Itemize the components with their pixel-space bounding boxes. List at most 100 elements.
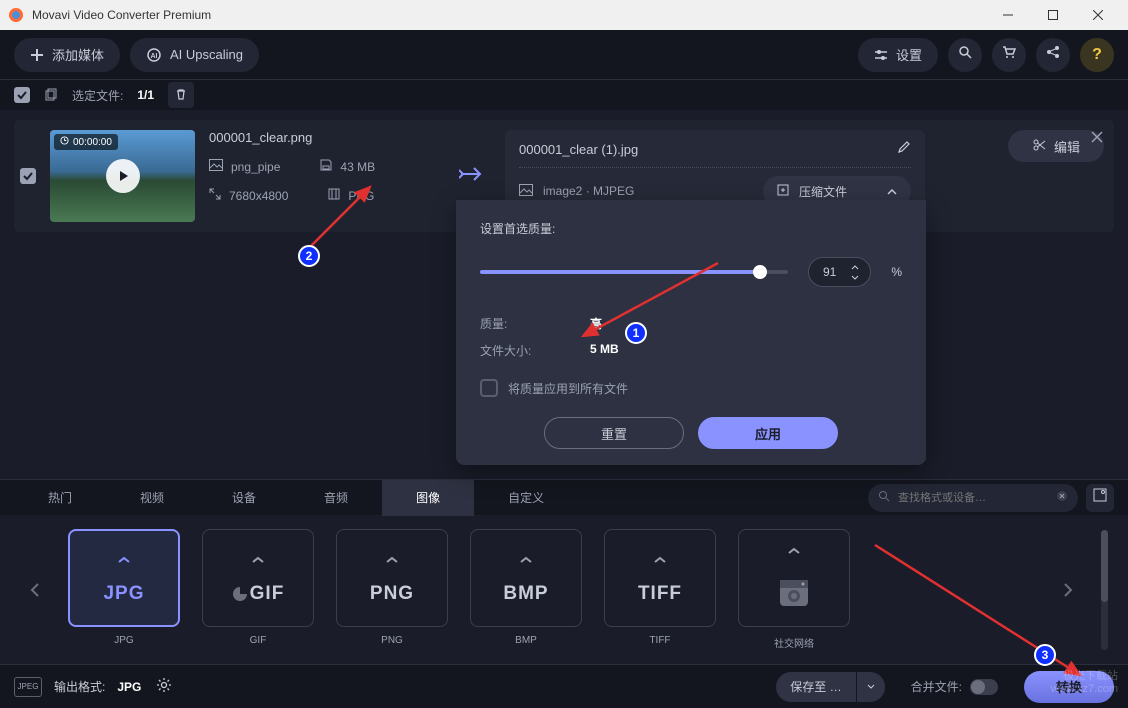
- format-scrollbar[interactable]: [1101, 530, 1108, 650]
- tab-audio[interactable]: 音频: [290, 480, 382, 516]
- remove-file-button[interactable]: [1086, 126, 1108, 148]
- save-to-dropdown[interactable]: [857, 672, 885, 702]
- format-caption: TIFF: [649, 635, 670, 646]
- cart-button[interactable]: [992, 38, 1026, 72]
- add-media-button[interactable]: 添加媒体: [14, 38, 120, 72]
- gear-icon: [156, 677, 172, 696]
- chevron-up-icon: [887, 184, 897, 198]
- svg-text:AI: AI: [151, 53, 158, 60]
- output-format-value: JPG: [117, 680, 141, 694]
- quality-slider[interactable]: [480, 270, 788, 274]
- quality-percent-value: 91: [823, 265, 836, 279]
- annotation-badge-3: 3: [1034, 644, 1056, 666]
- annotation-badge-2: 2: [298, 245, 320, 267]
- output-codec: image2 · MJPEG: [543, 184, 634, 198]
- duration-badge: 00:00:00: [54, 134, 118, 150]
- clear-search-button[interactable]: [1056, 490, 1068, 505]
- main-toolbar: 添加媒体 AI AI Upscaling 设置 ?: [0, 30, 1128, 80]
- stepper-down[interactable]: [848, 272, 862, 282]
- apply-label: 应用: [755, 424, 781, 443]
- format-search-input[interactable]: [898, 492, 1048, 504]
- window-title: Movavi Video Converter Premium: [32, 8, 211, 22]
- file-thumbnail[interactable]: 00:00:00: [50, 130, 195, 222]
- save-to-selector: 保存至 …: [776, 672, 884, 702]
- film-icon: [328, 188, 340, 203]
- toggle-knob: [971, 680, 985, 694]
- format-tabs: 热门 视频 设备 音频 图像 自定义: [0, 479, 1128, 515]
- quality-percent-input[interactable]: 91: [808, 257, 871, 287]
- plus-icon: [30, 48, 44, 62]
- scissors-icon: [1032, 138, 1046, 155]
- percent-unit: %: [891, 265, 902, 279]
- expand-icon: [1093, 488, 1107, 507]
- settings-button[interactable]: 设置: [858, 38, 938, 72]
- window-close-button[interactable]: [1075, 0, 1120, 30]
- stepper-up[interactable]: [848, 262, 862, 272]
- format-caption: PNG: [381, 635, 403, 646]
- compress-label: 压缩文件: [799, 183, 847, 200]
- bottom-bar: JPEG 输出格式: JPG 保存至 … 合并文件: 转换: [0, 664, 1128, 708]
- filesize-value: 5 MB: [590, 342, 619, 359]
- format-caption: BMP: [515, 635, 537, 646]
- save-to-button[interactable]: 保存至 …: [776, 672, 855, 702]
- scroll-right-button[interactable]: [1053, 560, 1083, 620]
- tab-devices[interactable]: 设备: [198, 480, 290, 516]
- format-label: GIF: [232, 583, 285, 605]
- format-label: JPG: [103, 583, 144, 605]
- add-media-label: 添加媒体: [52, 45, 104, 64]
- slider-handle[interactable]: [753, 265, 767, 279]
- chevron-up-icon: [519, 551, 533, 569]
- file-size: 43 MB: [340, 160, 375, 174]
- apply-all-checkbox[interactable]: [480, 379, 498, 397]
- slider-fill: [480, 270, 760, 274]
- reset-button[interactable]: 重置: [544, 417, 684, 449]
- file-item-checkbox[interactable]: [20, 168, 36, 184]
- search-button[interactable]: [948, 38, 982, 72]
- quality-label: 质量:: [480, 315, 550, 332]
- quality-value: 高: [590, 315, 602, 332]
- expand-formats-button[interactable]: [1086, 484, 1114, 512]
- ai-upscaling-label: AI Upscaling: [170, 47, 243, 62]
- files-icon: [44, 88, 58, 102]
- settings-label: 设置: [896, 45, 922, 64]
- scroll-left-button[interactable]: [20, 560, 50, 620]
- format-cards-row: JPG JPG GIF GIF PNG PNG BMP BMP: [0, 515, 1128, 664]
- rename-button[interactable]: [897, 140, 911, 159]
- image-icon: [519, 184, 533, 199]
- merge-toggle[interactable]: [970, 679, 998, 695]
- ai-upscaling-button[interactable]: AI AI Upscaling: [130, 38, 259, 72]
- format-card-tiff[interactable]: TIFF: [604, 529, 716, 627]
- reset-label: 重置: [601, 424, 627, 443]
- tab-popular[interactable]: 热门: [14, 480, 106, 516]
- output-format-settings-button[interactable]: [153, 676, 175, 698]
- window-minimize-button[interactable]: [985, 0, 1030, 30]
- clock-icon: [60, 136, 69, 148]
- apply-all-label: 将质量应用到所有文件: [508, 380, 628, 397]
- format-search[interactable]: [868, 484, 1078, 512]
- compress-icon: [777, 184, 789, 199]
- help-icon: ?: [1092, 46, 1102, 64]
- format-card-png[interactable]: PNG: [336, 529, 448, 627]
- quality-panel-title: 设置首选质量:: [480, 220, 902, 237]
- play-button[interactable]: [106, 159, 140, 193]
- output-file-name: 000001_clear (1).jpg: [519, 142, 887, 157]
- format-card-gif[interactable]: GIF: [202, 529, 314, 627]
- help-button[interactable]: ?: [1080, 38, 1114, 72]
- format-card-bmp[interactable]: BMP: [470, 529, 582, 627]
- chevron-up-icon: [653, 551, 667, 569]
- select-all-checkbox[interactable]: [14, 87, 30, 103]
- delete-selected-button[interactable]: [168, 82, 194, 108]
- sliders-icon: [874, 48, 888, 62]
- tab-image[interactable]: 图像: [382, 480, 474, 516]
- tab-video[interactable]: 视频: [106, 480, 198, 516]
- tab-custom[interactable]: 自定义: [474, 480, 578, 516]
- format-card-social[interactable]: [738, 529, 850, 627]
- apply-button[interactable]: 应用: [698, 417, 838, 449]
- share-button[interactable]: [1036, 38, 1070, 72]
- output-format-label: 输出格式:: [54, 678, 105, 695]
- window-maximize-button[interactable]: [1030, 0, 1075, 30]
- format-card-jpg[interactable]: JPG: [68, 529, 180, 627]
- scrollbar-thumb[interactable]: [1101, 530, 1108, 602]
- selected-files-count: 1/1: [137, 88, 154, 102]
- annotation-badge-1: 1: [625, 322, 647, 344]
